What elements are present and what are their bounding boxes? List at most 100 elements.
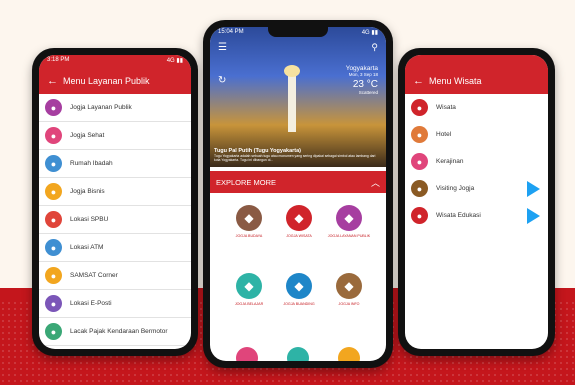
grid-item-label: JOGJA BELAJAR (234, 302, 264, 306)
grid-icon-partial[interactable] (338, 347, 360, 361)
grid-item[interactable]: ◆ JOGJA WISATA (276, 205, 322, 239)
handshake-icon: ● (45, 183, 62, 200)
craft-icon: ● (411, 153, 428, 170)
weather-city: Yogyakarta (345, 65, 378, 72)
car-icon: ● (45, 267, 62, 284)
phone-center: 15:04 PM 4G ▮▮ ☰ ⚲ ↻ Yogyakarta Mon, 3 S… (203, 20, 393, 368)
hero-image (210, 27, 386, 167)
chevron-up-icon[interactable]: ︿ (371, 176, 380, 189)
atm-icon: ● (45, 239, 62, 256)
weather-date: Mon, 3 Sep 18 (348, 72, 378, 77)
list-item[interactable]: ● Wisata (405, 94, 548, 121)
list-item[interactable]: ● Jogja Bisnis (39, 178, 191, 206)
boat-icon: ◆ (286, 273, 312, 299)
refresh-icon[interactable]: ↻ (218, 75, 226, 86)
grid-item-label: JOGJA LAYANAN PUBLIK (327, 234, 371, 238)
list-item[interactable]: ● Hotel (405, 121, 548, 148)
list-item[interactable]: ● Lokasi E-Posti (39, 290, 191, 318)
phone-right: ← Menu Wisata ● Wisata ● Hotel ● Kerajinan ● Vi… (398, 48, 555, 356)
phone-notch (268, 27, 328, 37)
list-item[interactable]: ● Jogja Layanan Publik (39, 94, 191, 122)
hand-icon: ● (45, 99, 62, 116)
car-icon: ● (411, 99, 428, 116)
grid-item[interactable]: ◆ JOGJA BUDAYA (226, 205, 272, 239)
screen-right: ← Menu Wisata ● Wisata ● Hotel ● Kerajinan ● Vi… (405, 55, 548, 349)
search-icon[interactable]: ⚲ (371, 42, 378, 53)
list-item[interactable]: ● Kerajinan (405, 148, 548, 175)
play-store-icon[interactable] (527, 180, 540, 197)
grid-item[interactable]: ◆ JOGJA LAYANAN PUBLIK (326, 205, 372, 239)
fuel-icon: ● (45, 211, 62, 228)
play-store-icon[interactable] (527, 207, 540, 224)
weather-condition: Scattered (358, 90, 378, 95)
app-bar: ← Menu Wisata (405, 68, 548, 94)
list-item-label: Rumah Ibadah (70, 160, 113, 167)
status-time: 15:04 PM (218, 29, 244, 35)
list-item[interactable]: ● SAMSAT Corner (39, 262, 191, 290)
explore-more-bar[interactable]: EXPLORE MORE ︿ (210, 171, 386, 193)
back-arrow-icon[interactable]: ← (47, 75, 63, 87)
list-item-label: Wisata Edukasi (436, 212, 481, 219)
monument-top (284, 65, 300, 77)
list-item[interactable]: ● Jogja Sehat (39, 122, 191, 150)
status-time: 3:18 PM (47, 57, 70, 63)
status-signal: 4G ▮▮ (166, 58, 183, 64)
status-bar (405, 55, 548, 68)
grid-icon-partial[interactable] (236, 347, 258, 361)
grid-icon-partial[interactable] (287, 347, 309, 361)
list-item[interactable]: ● Lokasi SPBU (39, 206, 191, 234)
phone-left: 3:18 PM 4G ▮▮ ← Menu Layanan Publik ● Jog… (32, 48, 198, 356)
explore-more-label: EXPLORE MORE (216, 177, 277, 187)
screen-left: 3:18 PM 4G ▮▮ ← Menu Layanan Publik ● Jog… (39, 55, 191, 349)
grid-item-label: JOGJA INFO (338, 302, 360, 306)
grid-item-label: JOGJA BUANDING (283, 302, 315, 306)
grid-item-label: JOGJA WISATA (286, 234, 312, 238)
list-item-label: Jogja Sehat (70, 132, 105, 139)
weather-widget: Yogyakarta Mon, 3 Sep 18 23 °C Scattered (346, 65, 378, 95)
list-item-label: Kerajinan (436, 158, 464, 165)
back-arrow-icon[interactable]: ← (413, 75, 429, 87)
service-list: ● Jogja Layanan Publik ● Jogja Sehat ● Rumah … (39, 94, 191, 346)
monument-icon: ● (411, 180, 428, 197)
list-item-label: Jogja Bisnis (70, 188, 105, 195)
grid-item[interactable]: ◆ JOGJA BUANDING (276, 273, 322, 307)
hero-description: Tugu Yogyakarta adalah sebuah tugu atau … (214, 154, 376, 162)
grid-item[interactable]: ◆ JOGJA BELAJAR (226, 273, 272, 307)
mosque-icon: ● (45, 155, 62, 172)
grid-item-label: JOGJA BUDAYA (235, 234, 263, 238)
list-item-label: SAMSAT Corner (70, 272, 118, 279)
scroll-icon: ◆ (236, 205, 262, 231)
list-item-label: Lokasi SPBU (70, 216, 109, 223)
app-bar-title: Menu Layanan Publik (63, 76, 150, 86)
car-icon: ◆ (286, 205, 312, 231)
list-item[interactable]: ● Lokasi ATM (39, 234, 191, 262)
tourism-list: ● Wisata ● Hotel ● Kerajinan ● Visiting Jogja ● W… (405, 94, 548, 229)
list-item[interactable]: ● Lacak Pajak Kendaraan Bermotor (39, 318, 191, 346)
list-item-label: Lacak Pajak Kendaraan Bermotor (70, 328, 168, 335)
globe-icon: ◆ (236, 273, 262, 299)
app-bar-title: Menu Wisata (429, 76, 482, 86)
mail-icon: ● (45, 295, 62, 312)
list-item[interactable]: ● Rumah Ibadah (39, 150, 191, 178)
status-signal: 4G ▮▮ (361, 30, 378, 36)
menu-icon[interactable]: ☰ (218, 42, 227, 53)
list-item-label: Hotel (436, 131, 452, 138)
building-icon: ◆ (336, 273, 362, 299)
monument-shape (288, 72, 296, 132)
list-item-label: Wisata (436, 104, 456, 111)
hand-icon: ◆ (336, 205, 362, 231)
book-icon: ● (411, 207, 428, 224)
list-item-label: Lokasi E-Posti (70, 300, 112, 307)
list-item-label: Lokasi ATM (70, 244, 104, 251)
status-bar: 3:18 PM 4G ▮▮ (39, 55, 191, 68)
stethoscope-icon: ● (45, 127, 62, 144)
list-item-label: Jogja Layanan Publik (70, 104, 132, 111)
hero-caption: Tugu Pal Putih (Tugu Yogyakarta) Tugu Yo… (214, 148, 382, 162)
screen-center: 15:04 PM 4G ▮▮ ☰ ⚲ ↻ Yogyakarta Mon, 3 S… (210, 27, 386, 361)
search-car-icon: ● (45, 323, 62, 340)
weather-temp: 23 °C (352, 79, 378, 90)
list-item[interactable]: ● Wisata Edukasi (405, 202, 548, 229)
grid-item[interactable]: ◆ JOGJA INFO (326, 273, 372, 307)
hotel-icon: ● (411, 126, 428, 143)
list-item[interactable]: ● Visiting Jogja (405, 175, 548, 202)
